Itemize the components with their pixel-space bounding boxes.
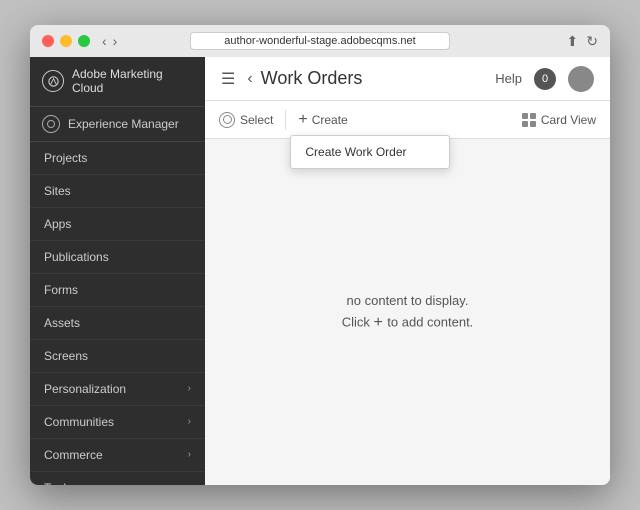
back-nav-icon[interactable]: ‹ [102, 33, 107, 49]
create-button[interactable]: + Create [298, 111, 347, 129]
maximize-button[interactable] [78, 35, 90, 47]
minimize-button[interactable] [60, 35, 72, 47]
sidebar-item-screens[interactable]: Screens [30, 340, 205, 373]
create-label: Create [312, 113, 348, 127]
forward-nav-icon[interactable]: › [113, 33, 118, 49]
sidebar-item-commerce[interactable]: Commerce › [30, 439, 205, 472]
card-view-label: Card View [541, 113, 596, 127]
sidebar-item-personalization[interactable]: Personalization › [30, 373, 205, 406]
brand-name: Adobe Marketing Cloud [72, 67, 193, 96]
header-back-icon[interactable]: ‹ [247, 70, 252, 88]
plus-icon: + [298, 111, 307, 129]
avatar[interactable] [568, 66, 594, 92]
create-dropdown-menu: Create Work Order [290, 135, 450, 169]
main-area: ☰ ‹ Work Orders Help 0 Select [205, 57, 610, 485]
sidebar-item-label: Screens [44, 349, 88, 363]
toolbar-divider [285, 110, 286, 130]
sidebar-header: Adobe Marketing Cloud [30, 57, 205, 107]
notif-count: 0 [542, 73, 548, 85]
page-title: Work Orders [261, 68, 496, 89]
titlebar-actions: ⬆ ↻ [567, 33, 598, 50]
dropdown-item-label: Create Work Order [305, 145, 406, 159]
check-icon [219, 112, 235, 128]
section-title: Experience Manager [68, 117, 179, 131]
section-icon [42, 115, 60, 133]
create-work-order-item[interactable]: Create Work Order [291, 136, 449, 168]
sidebar-item-label: Personalization [44, 382, 126, 396]
window-controls [42, 35, 90, 47]
help-label[interactable]: Help [495, 71, 522, 86]
sidebar-section: Experience Manager [30, 107, 205, 142]
sidebar-item-label: Commerce [44, 448, 103, 462]
card-view-icon [522, 113, 536, 127]
header-actions: Help 0 [495, 66, 594, 92]
toolbar: Select + Create Create Work Order [205, 101, 610, 139]
sidebar-item-tools[interactable]: Tools › [30, 472, 205, 485]
chevron-right-icon: › [188, 416, 191, 427]
sidebar-item-assets[interactable]: Assets [30, 307, 205, 340]
empty-state: no content to display. Click + to add co… [342, 293, 474, 332]
chevron-right-icon: › [188, 482, 191, 485]
app-container: Adobe Marketing Cloud Experience Manager… [30, 57, 610, 485]
brand-logo [42, 70, 64, 92]
content-area: no content to display. Click + to add co… [205, 139, 610, 485]
sidebar-item-label: Sites [44, 184, 71, 198]
card-view-button[interactable]: Card View [522, 113, 596, 127]
nav-buttons: ‹ › [102, 33, 117, 49]
sidebar-item-sites[interactable]: Sites [30, 175, 205, 208]
menu-icon[interactable]: ☰ [221, 69, 235, 89]
sidebar-item-label: Communities [44, 415, 114, 429]
sidebar-item-projects[interactable]: Projects [30, 142, 205, 175]
empty-add-hint: Click + to add content. [342, 314, 474, 332]
select-button[interactable]: Select [219, 112, 273, 128]
sidebar: Adobe Marketing Cloud Experience Manager… [30, 57, 205, 485]
url-bar[interactable]: author-wonderful-stage.adobecqms.net [190, 32, 450, 50]
close-button[interactable] [42, 35, 54, 47]
sidebar-item-label: Projects [44, 151, 87, 165]
select-label: Select [240, 113, 273, 127]
sidebar-item-communities[interactable]: Communities › [30, 406, 205, 439]
click-label: Click [342, 314, 370, 329]
add-label: to add content. [387, 314, 473, 329]
sidebar-item-label: Assets [44, 316, 80, 330]
add-plus-icon: + [373, 314, 387, 331]
app-window: ‹ › author-wonderful-stage.adobecqms.net… [30, 25, 610, 485]
empty-message: no content to display. [342, 293, 474, 308]
sidebar-item-label: Apps [44, 217, 71, 231]
titlebar: ‹ › author-wonderful-stage.adobecqms.net… [30, 25, 610, 57]
chevron-right-icon: › [188, 383, 191, 394]
sidebar-item-apps[interactable]: Apps [30, 208, 205, 241]
sidebar-item-forms[interactable]: Forms [30, 274, 205, 307]
url-text: author-wonderful-stage.adobecqms.net [224, 35, 415, 47]
create-dropdown-container: + Create Create Work Order [298, 111, 347, 129]
app-header: ☰ ‹ Work Orders Help 0 [205, 57, 610, 101]
sidebar-item-label: Tools [44, 481, 72, 485]
sidebar-item-label: Forms [44, 283, 78, 297]
sidebar-item-publications[interactable]: Publications [30, 241, 205, 274]
reload-icon[interactable]: ↻ [586, 33, 598, 50]
share-icon[interactable]: ⬆ [567, 33, 579, 50]
sidebar-item-label: Publications [44, 250, 109, 264]
notification-badge[interactable]: 0 [534, 68, 556, 90]
chevron-right-icon: › [188, 449, 191, 460]
